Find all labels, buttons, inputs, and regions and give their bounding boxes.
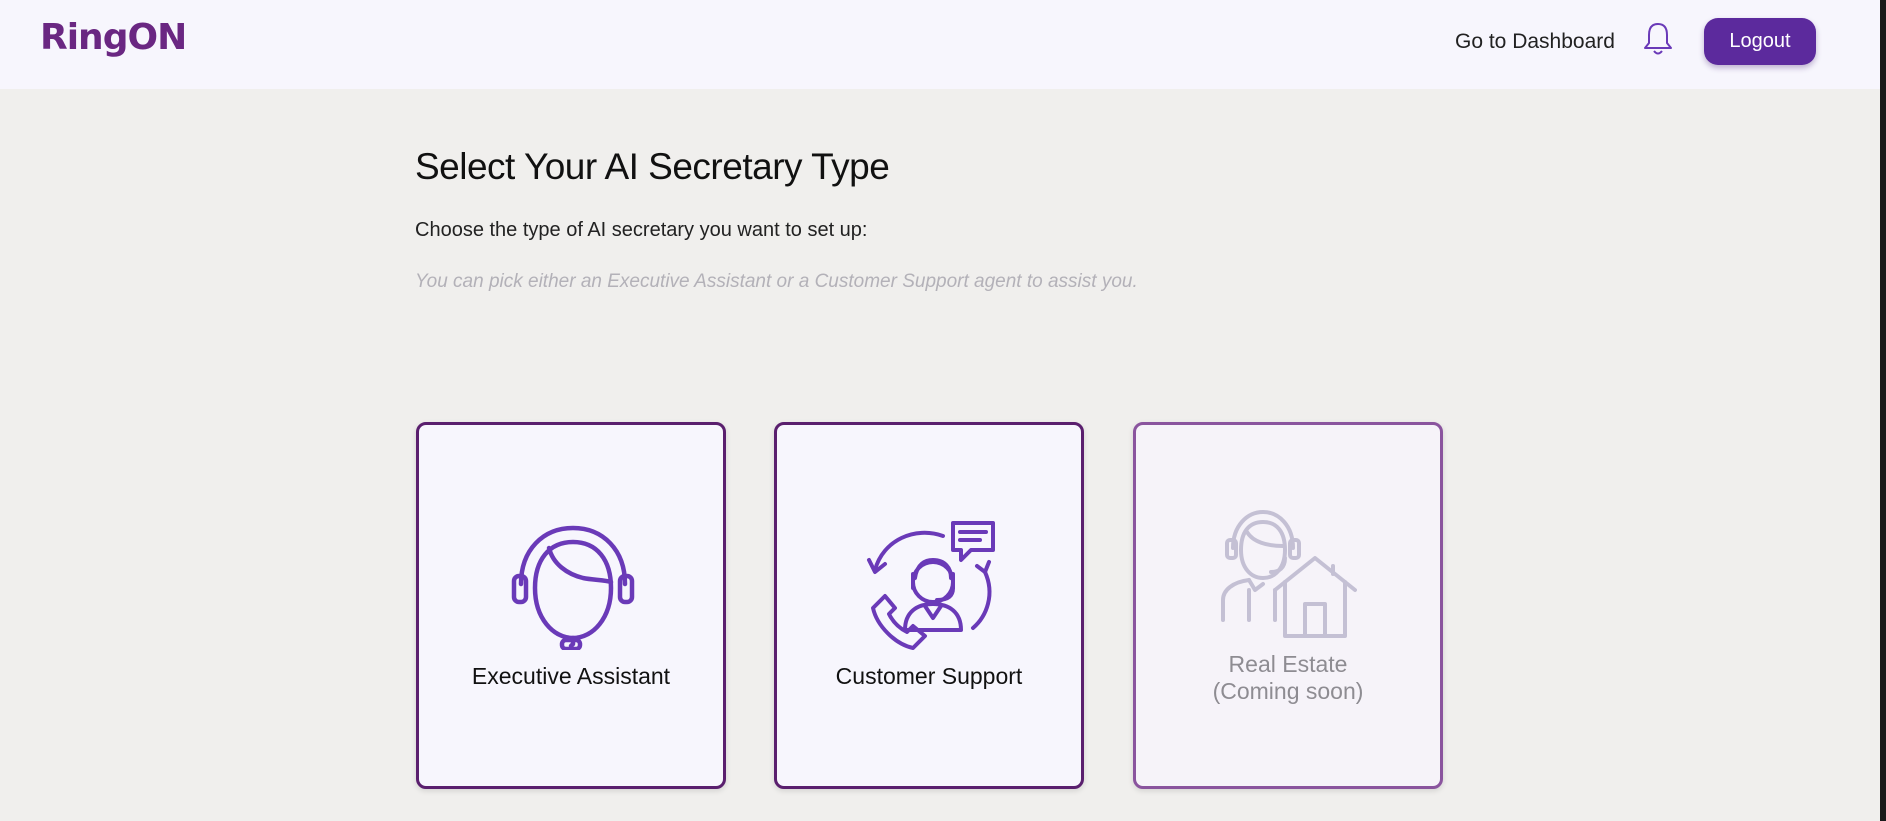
card-label: Customer Support [835, 663, 1023, 689]
ringon-logo[interactable]: RingON [40, 14, 187, 62]
real-estate-card: Real Estate (Coming soon) [1133, 422, 1443, 789]
top-header: RingON Go to Dashboard Logout [0, 0, 1880, 89]
real-estate-agent-icon [1221, 510, 1357, 638]
card-label: Executive Assistant [471, 663, 671, 689]
real-estate-label: Real Estate [1228, 651, 1348, 677]
bell-icon[interactable] [1642, 21, 1674, 57]
customer-support-card[interactable]: Customer Support [774, 422, 1084, 789]
page-title: Select Your AI Secretary Type [415, 146, 890, 187]
page-hint: You can pick either an Executive Assista… [415, 271, 1138, 292]
logout-button[interactable]: Logout [1704, 18, 1816, 65]
page-subtitle: Choose the type of AI secretary you want… [415, 219, 868, 241]
go-to-dashboard-link[interactable]: Go to Dashboard [1455, 28, 1615, 56]
executive-assistant-card[interactable]: Executive Assistant [416, 422, 726, 789]
coming-soon-label: (Coming soon) [1212, 678, 1364, 704]
headset-woman-icon [511, 525, 635, 650]
scrollbar[interactable] [1880, 0, 1886, 821]
card-label: Real Estate (Coming soon) [1136, 651, 1440, 705]
customer-support-icon [867, 521, 995, 650]
